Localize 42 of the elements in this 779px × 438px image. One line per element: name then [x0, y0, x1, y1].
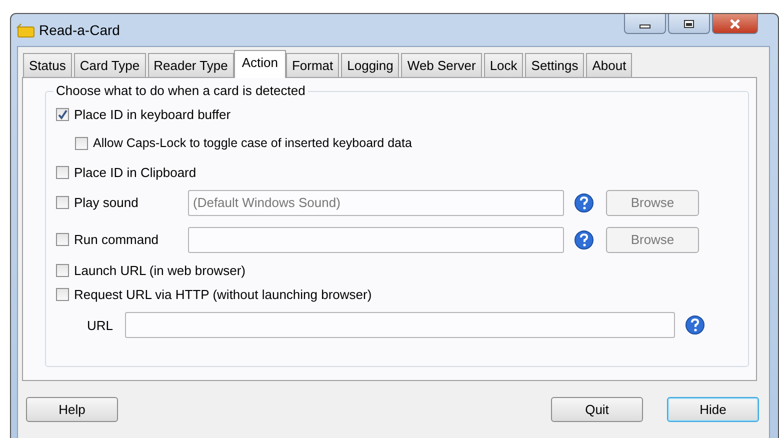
checkbox-label[interactable]: Allow Caps-Lock to toggle case of inserted keyboard data: [93, 136, 412, 150]
card-icon: [15, 22, 35, 38]
tab[interactable]: Logging: [341, 53, 400, 77]
dialog-button[interactable]: Hide: [667, 397, 759, 422]
tab[interactable]: Web Server: [401, 53, 482, 77]
tab[interactable]: Settings: [525, 53, 584, 77]
field-label: URL: [87, 318, 114, 332]
checkbox-label[interactable]: Run command: [74, 232, 188, 247]
dialog-button[interactable]: Help: [26, 397, 118, 422]
maximize-icon: [682, 18, 696, 28]
url-field[interactable]: [125, 312, 676, 338]
input-field[interactable]: [188, 226, 564, 252]
checkbox-label[interactable]: Place ID in keyboard buffer: [74, 106, 231, 122]
close-icon: [728, 18, 742, 30]
checkbox-label[interactable]: Launch URL (in web browser): [74, 262, 246, 278]
minimize-button[interactable]: [624, 14, 666, 34]
tab[interactable]: Status: [23, 53, 72, 77]
maximize-button[interactable]: [668, 14, 710, 34]
checkbox-label[interactable]: Request URL via HTTP (without launching browser): [74, 286, 372, 302]
close-button[interactable]: [712, 14, 758, 34]
checkbox[interactable]: [56, 233, 69, 246]
help-icon[interactable]: [574, 192, 594, 212]
checkbox-label[interactable]: Play sound: [74, 195, 188, 210]
dialog-button[interactable]: Quit: [551, 397, 643, 422]
checkbox-label[interactable]: Place ID in Clipboard: [74, 164, 196, 180]
input-field[interactable]: (Default Windows Sound): [188, 190, 564, 216]
checkbox[interactable]: [56, 196, 69, 209]
tab[interactable]: Format: [286, 53, 340, 77]
tab[interactable]: Lock: [484, 53, 524, 77]
tab[interactable]: Action: [234, 50, 286, 78]
checkbox[interactable]: [56, 166, 69, 178]
help-icon[interactable]: [574, 230, 594, 250]
tab[interactable]: Card Type: [74, 53, 146, 77]
tab[interactable]: Reader Type: [148, 53, 234, 77]
group-title: Choose what to do when a card is detected: [53, 83, 308, 98]
window-title: Read-a-Card: [39, 22, 120, 38]
checkbox[interactable]: [56, 264, 69, 276]
checkbox[interactable]: [56, 288, 69, 300]
tab[interactable]: About: [586, 53, 632, 77]
help-icon[interactable]: [685, 315, 706, 335]
checkbox[interactable]: [75, 136, 88, 150]
checkbox[interactable]: [56, 108, 69, 120]
